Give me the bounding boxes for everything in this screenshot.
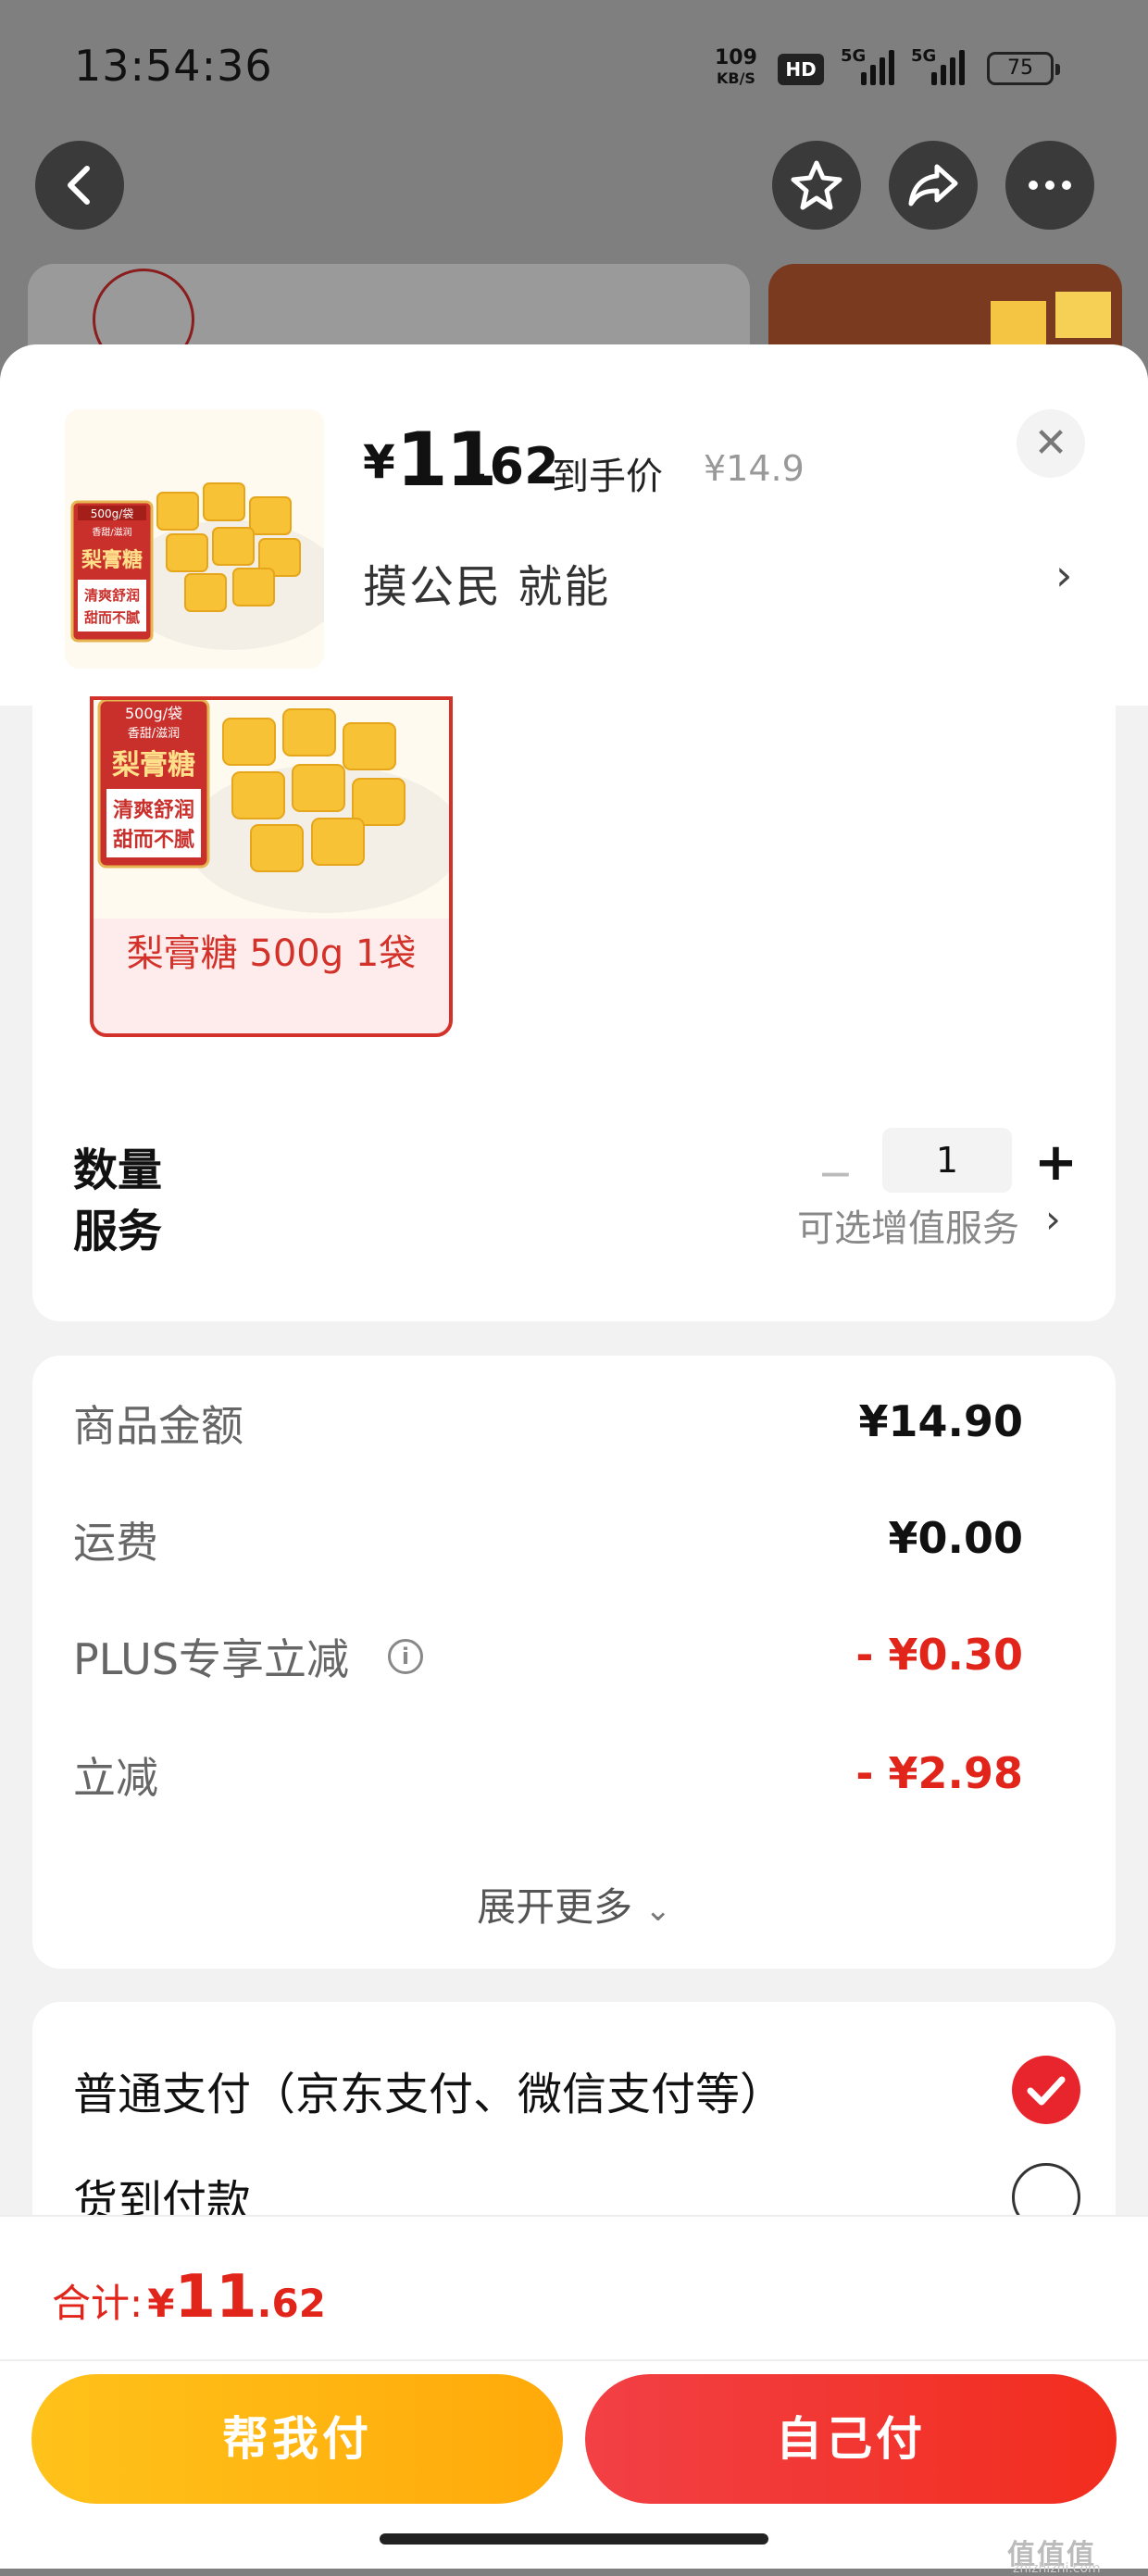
summary-label-plus: PLUS专享立减 — [73, 1634, 349, 1684]
expand-more-button[interactable]: 展开更多 ⌄ — [32, 1876, 1116, 1932]
total-label: 合计: — [52, 2281, 144, 2326]
divider — [0, 2359, 1148, 2361]
summary-value-discount: - ¥2.98 — [855, 1748, 1023, 1798]
more-icon — [1029, 181, 1071, 190]
signal-label: 5G — [841, 46, 867, 66]
more-button[interactable] — [1005, 141, 1094, 230]
status-time: 13:54:36 — [74, 41, 273, 91]
image-badge-text: 500g/袋 — [91, 507, 134, 520]
summary-label-shipping: 运费 — [73, 1518, 158, 1568]
summary-value-plus: - ¥0.30 — [855, 1630, 1023, 1680]
service-value[interactable]: 可选增值服务 — [797, 1198, 1019, 1252]
battery-icon: 75 — [987, 52, 1060, 85]
variant-product-image: 500g/袋 香甜/滋润 梨膏糖 清爽舒润 甜而不腻 — [94, 700, 449, 919]
variant-badge-text: 500g/袋 — [125, 705, 182, 722]
summary-label-goods: 商品金额 — [73, 1401, 243, 1451]
help-pay-button[interactable]: 帮我付 — [31, 2374, 563, 2504]
checkmark-icon — [1027, 2076, 1066, 2106]
service-label: 服务 — [73, 1206, 163, 1257]
signal-icon-2: 5G — [911, 46, 968, 85]
variant-label: 梨膏糖 500g 1袋 — [126, 932, 417, 975]
image-sub-text: 香甜/滋润 — [92, 526, 131, 538]
total-currency: ¥ — [147, 2281, 175, 2326]
home-indicator[interactable] — [380, 2533, 768, 2545]
total-price: 合计: ¥11.62 — [52, 2263, 326, 2332]
chevron-left-icon — [68, 166, 90, 205]
image-title-text: 梨膏糖 — [81, 548, 143, 572]
payment-option-normal[interactable]: 普通支付（京东支付、微信支付等） — [73, 2057, 784, 2122]
favorite-button[interactable] — [772, 141, 861, 230]
variant-image: 500g/袋 香甜/滋润 梨膏糖 清爽舒润 甜而不腻 — [94, 700, 449, 919]
variant-title-text: 梨膏糖 — [112, 749, 195, 782]
variant-slogan-2: 甜而不腻 — [113, 828, 194, 852]
share-icon — [908, 164, 958, 206]
close-icon: ✕ — [1033, 419, 1068, 467]
variant-slogan-1: 清爽舒润 — [113, 798, 194, 822]
check-icon[interactable] — [1012, 2056, 1080, 2124]
signal-icon: 5G — [841, 46, 894, 85]
summary-value-shipping: ¥0.00 — [888, 1513, 1023, 1563]
price-tag: 到手价 — [552, 456, 663, 498]
variant-option[interactable]: 500g/袋 香甜/滋润 梨膏糖 清爽舒润 甜而不腻 梨膏糖 500g 1袋 — [90, 696, 453, 1037]
info-icon[interactable]: i — [388, 1639, 423, 1674]
summary-value-goods: ¥14.90 — [858, 1396, 1023, 1446]
net-speed-value: 109 — [715, 46, 757, 69]
image-slogan-2: 甜而不腻 — [84, 609, 140, 626]
product-image: 500g/袋 香甜/滋润 梨膏糖 清爽舒润 甜而不腻 — [65, 409, 324, 669]
chevron-down-icon: ⌄ — [644, 1892, 671, 1929]
chevron-right-icon[interactable]: › — [1045, 1196, 1061, 1242]
close-button[interactable]: ✕ — [1017, 409, 1085, 478]
quantity-increase-button[interactable]: + — [1034, 1137, 1078, 1189]
star-icon — [791, 160, 842, 210]
watermark-url: zhizhizhi.com — [1013, 2561, 1101, 2576]
image-slogan-1: 清爽舒润 — [84, 587, 140, 604]
price-currency: ¥ — [363, 435, 395, 489]
hd-icon: HD — [778, 54, 824, 85]
quantity-label: 数量 — [73, 1144, 163, 1196]
back-button[interactable] — [35, 141, 124, 230]
expand-more-label: 展开更多 — [477, 1884, 633, 1930]
checkout-bar: 合计: ¥11.62 帮我付 自己付 值值值 zhizhizhi.com — [0, 2215, 1148, 2576]
options-card: 500g/袋 香甜/滋润 梨膏糖 清爽舒润 甜而不腻 梨膏糖 500g 1袋 数… — [32, 696, 1116, 1321]
price-summary-card: 商品金额 ¥14.90 运费 ¥0.00 PLUS专享立减 i - ¥0.30 … — [32, 1356, 1116, 1969]
product-header: 500g/袋 香甜/滋润 梨膏糖 清爽舒润 甜而不腻 ¥ 11 .62 到手价 … — [0, 344, 1148, 706]
net-speed-unit: KB/S — [716, 69, 755, 87]
total-decimal: .62 — [256, 2281, 326, 2326]
share-button[interactable] — [889, 141, 978, 230]
price-decimal: .62 — [470, 437, 559, 495]
original-price: ¥14.9 — [704, 448, 805, 489]
variant-sub-text: 香甜/滋润 — [128, 726, 180, 741]
quantity-input[interactable]: 1 — [882, 1128, 1012, 1193]
quantity-decrease-button[interactable]: − — [817, 1148, 854, 1198]
promo-text[interactable]: 摸公民 就能 — [363, 550, 610, 615]
net-speed: 109 KB/S — [715, 48, 757, 89]
self-pay-button[interactable]: 自己付 — [585, 2374, 1117, 2504]
chevron-right-icon[interactable]: › — [1055, 550, 1072, 600]
signal-label-2: 5G — [911, 46, 937, 66]
total-integer: 11 — [174, 2263, 257, 2332]
product-thumbnail: 500g/袋 香甜/滋润 梨膏糖 清爽舒润 甜而不腻 — [65, 409, 324, 669]
summary-label-discount: 立减 — [73, 1753, 158, 1803]
